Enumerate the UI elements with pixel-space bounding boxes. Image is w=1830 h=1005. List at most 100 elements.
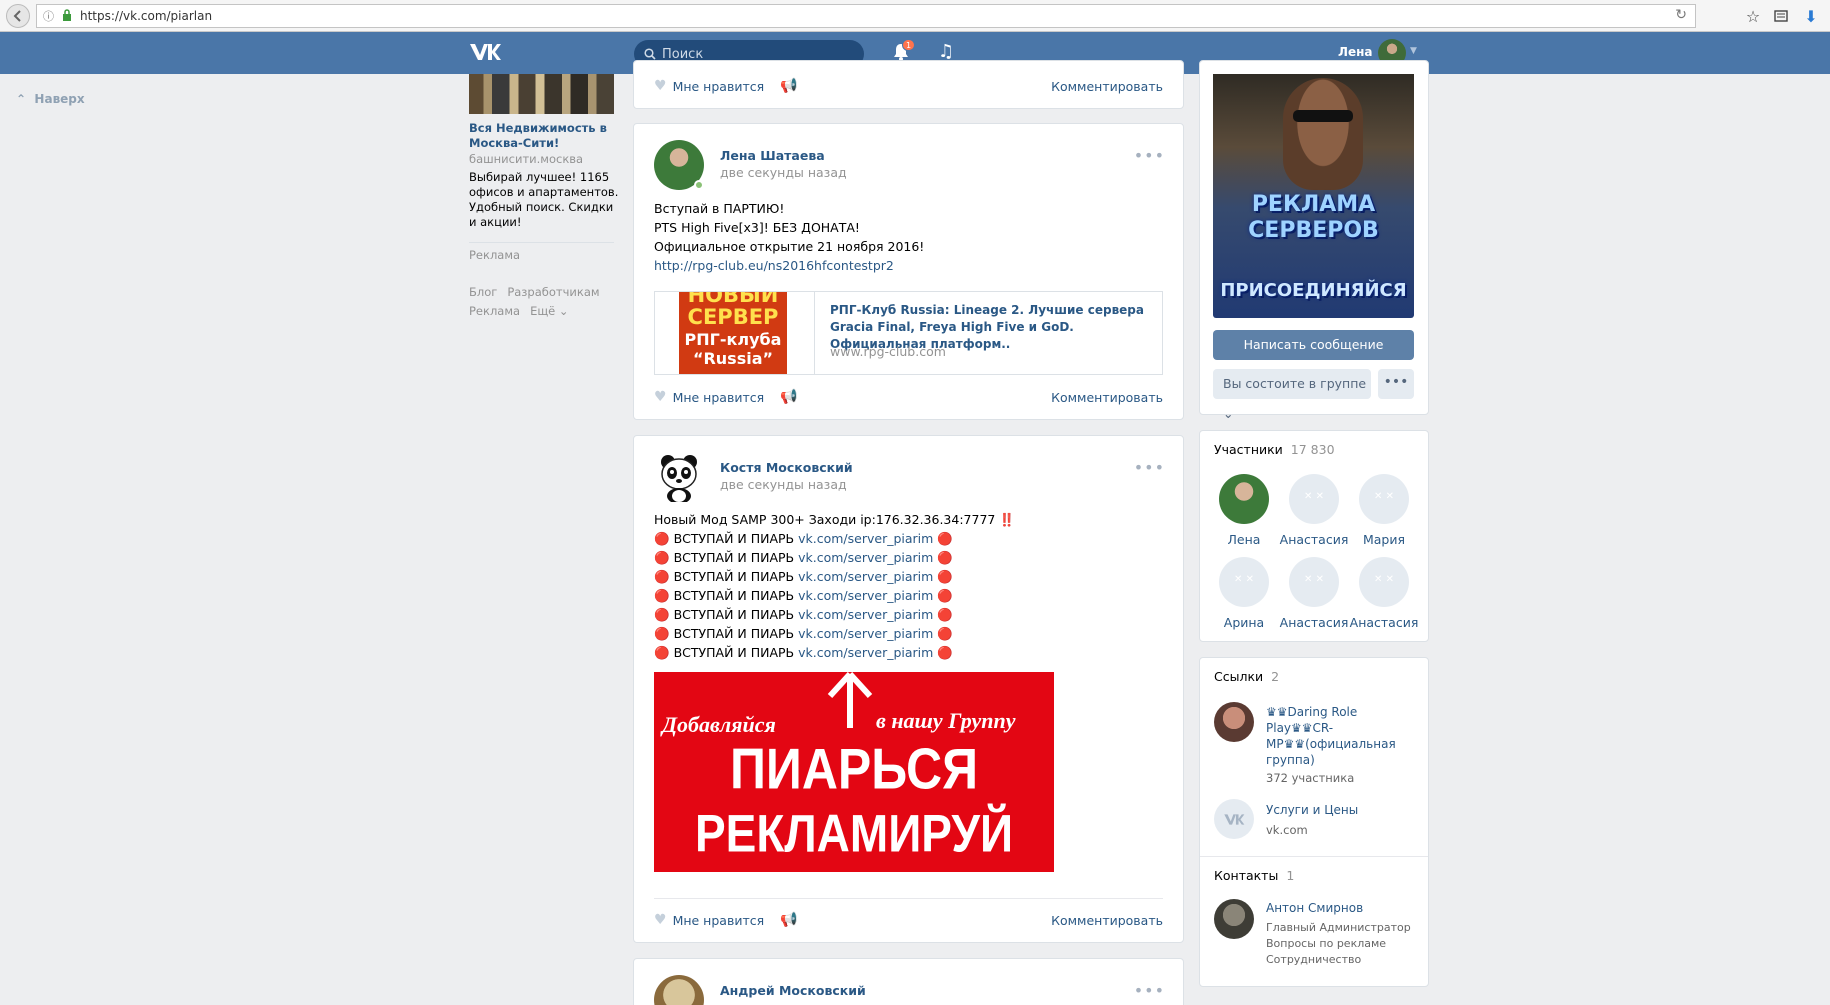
footer-link-ads[interactable]: Реклама: [469, 304, 520, 318]
more-icon[interactable]: •••: [1134, 458, 1165, 477]
links-title[interactable]: Ссылки 2: [1214, 669, 1279, 684]
link-avatar[interactable]: [1214, 702, 1254, 742]
post-card: Андрей Московский •••: [633, 958, 1184, 1005]
ad-title[interactable]: Вся Недвижимость в Москва-Сити!: [469, 121, 619, 151]
footer-link-more[interactable]: Ещё ⌄: [530, 304, 568, 318]
download-icon[interactable]: ⬇: [1800, 5, 1822, 27]
heart-icon: ♥: [654, 389, 667, 405]
member-avatar: [1219, 474, 1269, 524]
music-icon[interactable]: ♫: [938, 41, 954, 62]
heart-icon: ♥: [654, 78, 667, 94]
divider: [469, 242, 614, 243]
deactivated-avatar-icon: [1219, 557, 1269, 607]
member-item[interactable]: Арина: [1209, 557, 1279, 630]
back-button[interactable]: [6, 4, 30, 28]
group-cover-image[interactable]: РЕКЛАМА СЕРВЕРОВ ПРИСОЕДИНЯЙСЯ: [1213, 74, 1414, 318]
write-message-button[interactable]: Написать сообщение: [1213, 330, 1414, 360]
link-title[interactable]: Услуги и Цены: [1266, 803, 1358, 817]
post-card: Лена Шатаева две секунды назад ••• Вступ…: [633, 123, 1184, 420]
info-icon[interactable]: ⓘ: [43, 8, 54, 24]
membership-dropdown[interactable]: Вы состоите в группе ⌄: [1213, 369, 1371, 421]
deactivated-avatar-icon: [1289, 474, 1339, 524]
comment-button[interactable]: Комментировать: [1051, 79, 1163, 94]
post-author[interactable]: Андрей Московский: [720, 983, 866, 998]
url-text[interactable]: https://vk.com/piarlan: [80, 9, 212, 23]
more-icon[interactable]: •••: [1134, 981, 1165, 1000]
member-item[interactable]: Анастасия: [1349, 557, 1419, 630]
more-actions-button[interactable]: •••: [1378, 369, 1414, 399]
post-actions: ♥ Мне нравится 📢 Комментировать: [654, 910, 1163, 930]
browser-toolbar: ⓘ https://vk.com/piarlan ↻ ☆ ⬇: [0, 0, 1830, 32]
arrow-left-icon: [13, 10, 21, 22]
attachment-thumb: НОВЫЙ СЕРВЕР РПГ-клуба “Russia”: [655, 292, 815, 374]
ad-image[interactable]: [469, 74, 614, 114]
members-card: Участники17 830 Лена Анастасия Мария Ари…: [1199, 430, 1429, 642]
deactivated-avatar-icon: [1359, 474, 1409, 524]
post-time[interactable]: две секунды назад: [720, 165, 847, 180]
address-bar[interactable]: ⓘ https://vk.com/piarlan ↻: [36, 4, 1696, 28]
more-icon[interactable]: •••: [1134, 146, 1165, 165]
members-title[interactable]: Участники 17 830: [1214, 442, 1335, 457]
member-item[interactable]: Анастасия: [1279, 474, 1349, 547]
post-author[interactable]: Лена Шатаева: [720, 148, 825, 163]
lock-icon[interactable]: [62, 8, 72, 24]
footer-link-blog[interactable]: Блог: [469, 285, 497, 299]
post-line: 🔴 ВСТУПАЙ И ПИАРЬ vk.com/server_piarim 🔴: [654, 550, 953, 565]
member-item[interactable]: Мария: [1349, 474, 1419, 547]
post-card: ♥ Мне нравится 📢 Комментировать: [633, 60, 1184, 109]
deactivated-avatar-icon: [1289, 557, 1339, 607]
contact-role: Главный Администратор Вопросы по рекламе…: [1266, 921, 1411, 966]
comment-button[interactable]: Комментировать: [1051, 913, 1163, 928]
post-image[interactable]: Добавляйся в нашу Группу ПИАРЬСЯ РЕКЛАМИ…: [654, 672, 1054, 872]
contact-name[interactable]: Антон Смирнов: [1266, 901, 1363, 915]
member-item[interactable]: Лена: [1209, 474, 1279, 547]
user-name[interactable]: Лена: [1338, 45, 1373, 59]
post-line: 🔴 ВСТУПАЙ И ПИАРЬ vk.com/server_piarim 🔴: [654, 531, 953, 546]
link-subtitle: vk.com: [1266, 823, 1308, 837]
vk-logo-icon[interactable]: [468, 42, 502, 64]
post-line: 🔴 ВСТУПАЙ И ПИАРЬ vk.com/server_piarim 🔴: [654, 645, 953, 660]
post-author[interactable]: Костя Московский: [720, 460, 853, 475]
divider: [1200, 856, 1428, 857]
footer-link-developers[interactable]: Разработчикам: [507, 285, 599, 299]
link-title[interactable]: ♛♛Daring Role Play♛♛CR-MP♛♛(официальная …: [1266, 704, 1406, 768]
ad-description[interactable]: Выбирай лучшее! 1165 офисов и апартамент…: [469, 170, 621, 230]
chevron-up-icon: ⌃: [16, 92, 27, 106]
arrow-up-icon: [827, 672, 873, 728]
vk-link-icon[interactable]: [1214, 799, 1254, 839]
divider: [654, 898, 1163, 899]
chevron-down-icon[interactable]: ▼: [1410, 46, 1417, 56]
post-text: Новый Мод SAMP 300+ Заходи ip:176.32.36.…: [654, 512, 1015, 660]
post-text: Вступай в ПАРТИЮ! PTS High Five[x3]! БЕЗ…: [654, 201, 925, 275]
post-line: 🔴 ВСТУПАЙ И ПИАРЬ vk.com/server_piarim 🔴: [654, 588, 953, 603]
attachment-domain[interactable]: www.rpg-club.com: [830, 344, 946, 359]
link-subtitle: 372 участника: [1266, 771, 1355, 785]
post-line: 🔴 ВСТУПАЙ И ПИАРЬ vk.com/server_piarim 🔴: [654, 626, 953, 641]
like-button[interactable]: ♥ Мне нравится: [654, 389, 764, 405]
contact-avatar[interactable]: [1214, 899, 1254, 939]
notifications-badge: 1: [902, 39, 915, 51]
post-line: 🔴 ВСТУПАЙ И ПИАРЬ vk.com/server_piarim 🔴: [654, 607, 953, 622]
post-time[interactable]: две секунды назад: [720, 477, 847, 492]
scroll-to-top-link[interactable]: ⌃ Наверх: [16, 92, 85, 106]
link-attachment[interactable]: НОВЫЙ СЕРВЕР РПГ-клуба “Russia” РПГ-Клуб…: [654, 291, 1163, 375]
bookmark-star-icon[interactable]: ☆: [1742, 5, 1764, 27]
reading-list-icon[interactable]: [1770, 5, 1792, 27]
like-button[interactable]: ♥ Мне нравится: [654, 78, 764, 94]
ad-domain[interactable]: башнисити.москва: [469, 152, 583, 166]
post-card: Костя Московский две секунды назад ••• Н…: [633, 435, 1184, 943]
links-card: Ссылки 2 ♛♛Daring Role Play♛♛CR-MP♛♛(офиц…: [1199, 657, 1429, 987]
megaphone-icon[interactable]: 📢: [780, 389, 797, 405]
megaphone-icon[interactable]: 📢: [780, 78, 797, 94]
comment-button[interactable]: Комментировать: [1051, 390, 1163, 405]
ad-label[interactable]: Реклама: [469, 248, 520, 262]
author-avatar[interactable]: [654, 452, 704, 504]
author-avatar[interactable]: [654, 975, 704, 1005]
megaphone-icon[interactable]: 📢: [780, 912, 797, 928]
contacts-title[interactable]: Контакты 1: [1214, 868, 1294, 883]
post-link[interactable]: http://rpg-club.eu/ns2016hfcontestpr2: [654, 256, 924, 275]
footer-links: Блог Разработчикам Реклама Ещё ⌄: [469, 283, 629, 321]
member-item[interactable]: Анастасия: [1279, 557, 1349, 630]
reload-icon[interactable]: ↻: [1675, 7, 1687, 23]
like-button[interactable]: ♥ Мне нравится: [654, 912, 764, 928]
